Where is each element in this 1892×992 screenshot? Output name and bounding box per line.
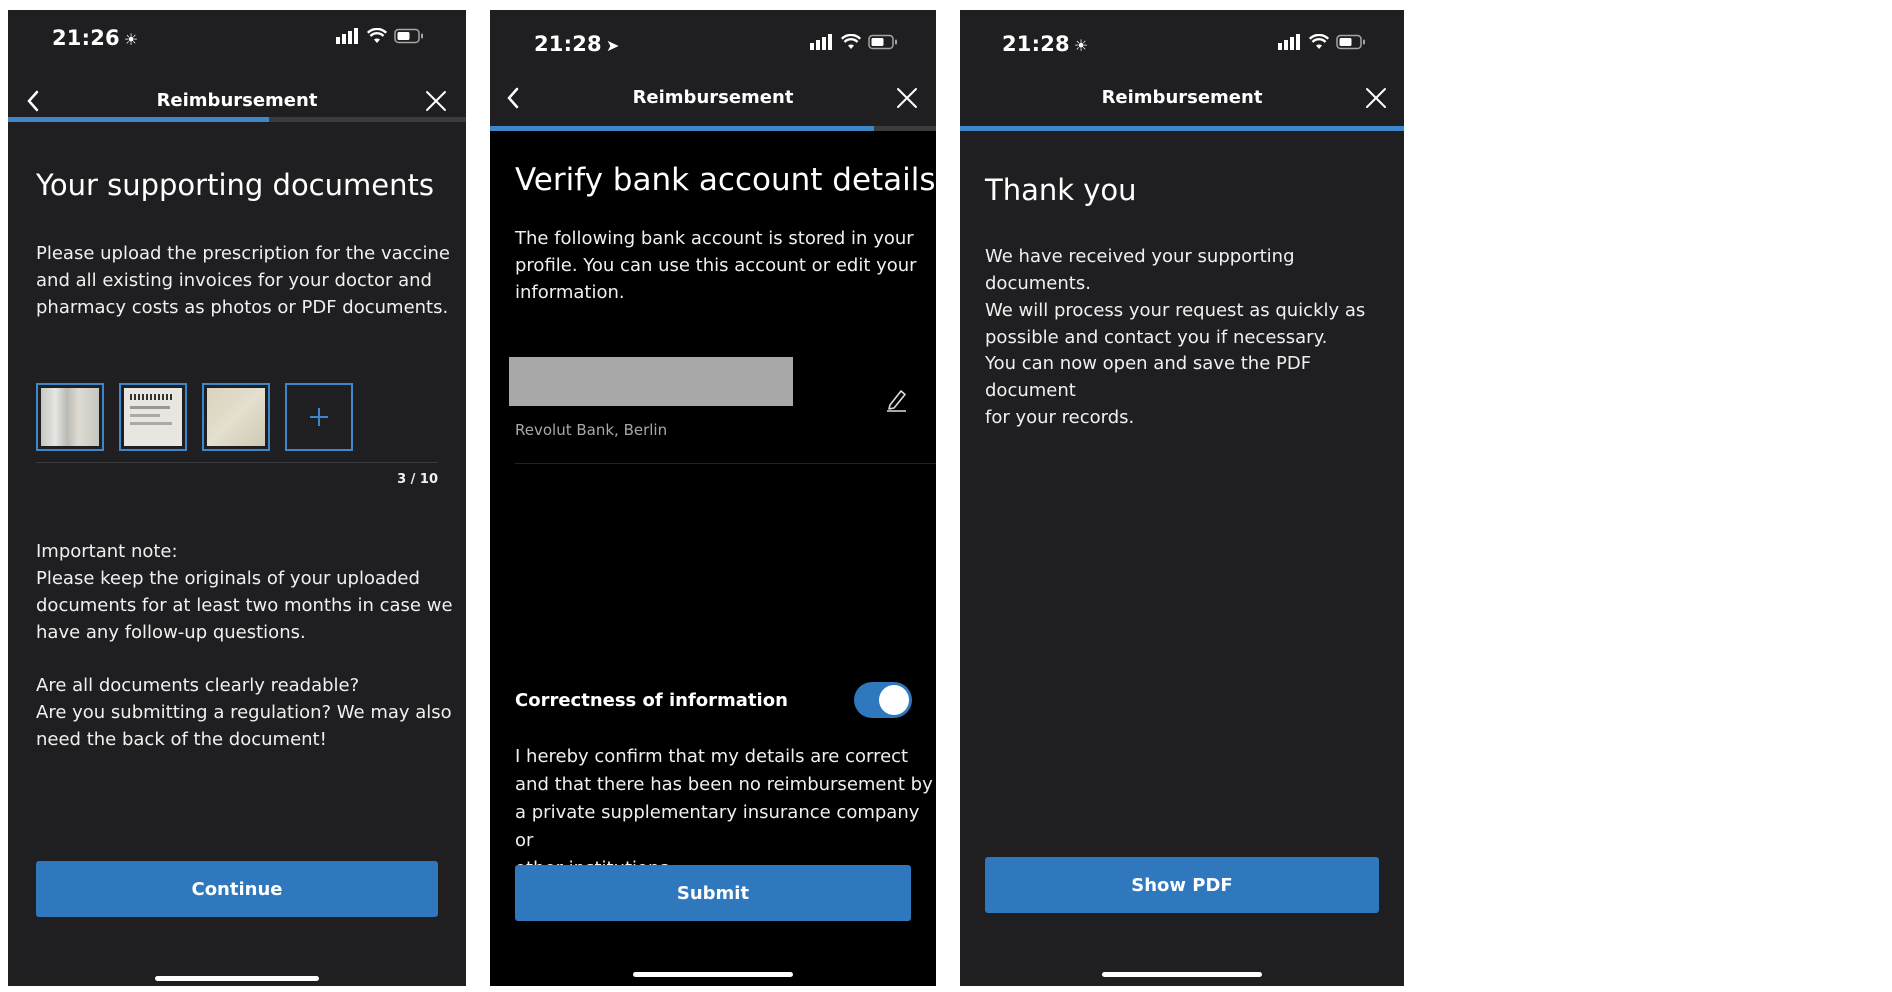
important-note: Important note: Please keep the original…	[36, 541, 453, 643]
status-icons	[810, 34, 898, 50]
plus-icon	[310, 408, 328, 426]
progress-bar	[8, 117, 466, 122]
location-arrow-icon: ➤	[605, 36, 620, 55]
document-thumbnail-2[interactable]	[119, 383, 187, 451]
bank-name: Revolut Bank, Berlin	[515, 421, 668, 439]
status-time: 21:26 ☀	[52, 26, 139, 50]
screen-supporting-documents: 21:26 ☀ Reimbursement Your supporting doc…	[8, 10, 466, 986]
account-number-redacted	[509, 357, 793, 406]
wifi-icon	[367, 28, 387, 43]
status-bar: 21:28 ➤	[490, 10, 936, 70]
status-bar: 21:26 ☀	[8, 10, 466, 70]
toggle-knob	[879, 685, 909, 715]
wifi-icon	[1309, 34, 1329, 49]
divider	[515, 463, 936, 464]
status-time: 21:28 ☀	[1002, 32, 1089, 56]
home-indicator[interactable]	[1102, 972, 1262, 977]
continue-button[interactable]: Continue	[36, 861, 438, 917]
confirmation-text: We have received your supporting documen…	[985, 246, 1366, 348]
toggle-label: Correctness of information	[515, 690, 788, 711]
home-indicator[interactable]	[633, 972, 793, 977]
confirmation-text: I hereby confirm that my details are cor…	[515, 746, 933, 879]
page-title: Verify bank account details	[515, 162, 936, 198]
readability-questions: Are all documents clearly readable? Are …	[36, 675, 452, 750]
correctness-toggle[interactable]	[854, 682, 912, 718]
nav-bar: Reimbursement	[8, 70, 466, 132]
sleep-mode-icon: ☀	[1073, 36, 1089, 55]
add-document-button[interactable]	[285, 383, 353, 451]
intro-text: The following bank account is stored in …	[515, 228, 917, 303]
intro-text: Please upload the prescription for the v…	[36, 243, 450, 318]
progress-bar	[490, 126, 936, 131]
close-icon	[1366, 88, 1386, 108]
screen-verify-bank-account: 21:28 ➤ Reimbursement Verify bank account…	[490, 10, 936, 986]
battery-icon	[1336, 34, 1365, 50]
pdf-hint-text: You can now open and save the PDF docume…	[985, 353, 1312, 428]
nav-bar: Reimbursement	[490, 70, 936, 126]
nav-title: Reimbursement	[1101, 87, 1263, 108]
close-button[interactable]	[1361, 83, 1391, 113]
screen-thank-you: 21:28 ☀ Reimbursement Thank you We have r…	[960, 10, 1404, 986]
home-indicator[interactable]	[155, 976, 319, 981]
close-button[interactable]	[421, 86, 451, 116]
cellular-signal-icon	[1278, 34, 1300, 50]
page-title: Thank you	[985, 173, 1137, 207]
pencil-icon	[887, 390, 906, 412]
status-icons	[1278, 34, 1366, 50]
document-thumbnail-1[interactable]	[36, 383, 104, 451]
document-counter: 3 / 10	[397, 472, 438, 487]
divider	[36, 462, 438, 463]
submit-button[interactable]: Submit	[515, 865, 911, 921]
nav-title: Reimbursement	[632, 87, 794, 108]
progress-bar-fill	[960, 126, 1404, 131]
nav-bar: Reimbursement	[960, 70, 1404, 126]
nav-title: Reimbursement	[156, 90, 318, 111]
status-bar: 21:28 ☀	[960, 10, 1404, 70]
document-thumbnail-3[interactable]	[202, 383, 270, 451]
close-icon	[897, 88, 917, 108]
progress-bar-fill	[8, 117, 270, 122]
cellular-signal-icon	[336, 28, 358, 44]
page-title: Your supporting documents	[36, 168, 434, 202]
status-icons	[336, 28, 424, 44]
status-time: 21:28 ➤	[534, 32, 620, 56]
battery-icon	[868, 34, 897, 50]
show-pdf-button[interactable]: Show PDF	[985, 857, 1379, 913]
close-button[interactable]	[892, 83, 922, 113]
wifi-icon	[841, 34, 861, 49]
sleep-mode-icon: ☀	[123, 30, 139, 49]
progress-bar-fill	[490, 126, 874, 131]
cellular-signal-icon	[810, 34, 832, 50]
edit-bank-account-button[interactable]	[882, 384, 912, 414]
close-icon	[426, 91, 446, 111]
progress-bar	[960, 126, 1404, 131]
battery-icon	[394, 28, 423, 44]
